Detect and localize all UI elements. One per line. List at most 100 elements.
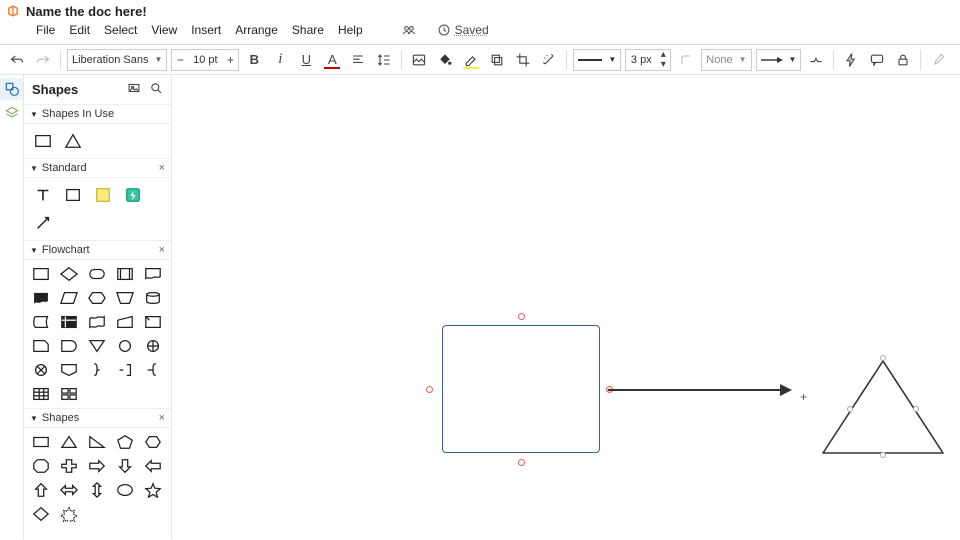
bs-arrow-up-icon[interactable] <box>32 482 50 498</box>
bs-triangle-icon[interactable] <box>60 434 78 450</box>
fc-card-icon[interactable] <box>144 314 162 330</box>
document-title[interactable]: Name the doc here! <box>26 4 147 19</box>
bs-arrow-right-icon[interactable] <box>88 458 106 474</box>
arrow-start-select[interactable]: None ▼ <box>701 49 751 71</box>
line-style-select[interactable]: ▼ <box>573 49 621 71</box>
font-family-select[interactable]: Liberation Sans ▼ <box>67 49 167 71</box>
menu-view[interactable]: View <box>151 23 177 37</box>
layers-tool-icon[interactable] <box>4 105 20 121</box>
undo-button[interactable] <box>6 49 28 71</box>
corner-style-button[interactable] <box>675 49 697 71</box>
fc-data-icon[interactable] <box>60 290 78 306</box>
line-width-increase[interactable]: ▴ <box>656 50 670 60</box>
line-width-decrease[interactable]: ▾ <box>656 60 670 70</box>
bs-pentagon-icon[interactable] <box>116 434 134 450</box>
menu-arrange[interactable]: Arrange <box>235 23 278 37</box>
selection-handle-n[interactable] <box>518 313 525 320</box>
comments-button[interactable] <box>866 49 888 71</box>
menu-share[interactable]: Share <box>292 23 324 37</box>
fc-offpage-icon[interactable] <box>60 362 78 378</box>
fc-io-icon[interactable] <box>116 290 134 306</box>
fc-delay-icon[interactable] <box>60 338 78 354</box>
canvas-arrow-line[interactable] <box>608 389 786 391</box>
eyedropper-button[interactable] <box>927 49 949 71</box>
menu-file[interactable]: File <box>36 23 55 37</box>
shape-note-icon[interactable] <box>94 186 112 204</box>
shape-block-icon[interactable] <box>64 186 82 204</box>
line-width-stepper[interactable]: 3 px ▴ ▾ <box>625 49 671 71</box>
font-size-increase[interactable]: + <box>222 50 238 70</box>
close-section-icon[interactable]: × <box>159 412 165 424</box>
selection-handle-w[interactable] <box>426 386 433 393</box>
line-color-button[interactable] <box>460 49 482 71</box>
fc-decision-icon[interactable] <box>60 266 78 282</box>
triangle-handle-left[interactable] <box>847 406 853 412</box>
fc-brace-left-icon[interactable] <box>144 362 162 378</box>
font-size-decrease[interactable]: − <box>172 50 188 70</box>
fill-color-button[interactable] <box>434 49 456 71</box>
image-insert-button[interactable] <box>408 49 430 71</box>
fc-table-icon[interactable] <box>32 386 50 402</box>
shape-action-icon[interactable] <box>124 186 142 204</box>
triangle-handle-right[interactable] <box>913 406 919 412</box>
underline-button[interactable]: U <box>295 49 317 71</box>
shapes-tool-icon[interactable] <box>4 81 20 97</box>
canvas-rectangle-shape[interactable] <box>442 325 600 453</box>
bs-arrow-lr-icon[interactable] <box>60 482 78 498</box>
fc-note-icon[interactable] <box>116 362 134 378</box>
font-color-button[interactable]: A <box>321 49 343 71</box>
redo-button[interactable] <box>32 49 54 71</box>
close-section-icon[interactable]: × <box>159 244 165 256</box>
fc-database-icon[interactable] <box>144 290 162 306</box>
drawing-canvas[interactable]: + <box>172 75 960 539</box>
effects-button[interactable] <box>538 49 560 71</box>
shape-triangle-icon[interactable] <box>64 132 82 150</box>
bs-arrow-down-icon[interactable] <box>116 458 134 474</box>
fc-sum-icon[interactable] <box>32 362 50 378</box>
fc-document-icon[interactable] <box>144 266 162 282</box>
bs-right-triangle-icon[interactable] <box>88 434 106 450</box>
bs-plus-icon[interactable] <box>60 458 78 474</box>
bs-diamond-icon[interactable] <box>32 506 50 522</box>
section-shapes-in-use[interactable]: ▼Shapes In Use <box>24 104 171 124</box>
selection-handle-s[interactable] <box>518 459 525 466</box>
section-standard[interactable]: ▼Standard × <box>24 158 171 178</box>
fc-predefined-icon[interactable] <box>116 266 134 282</box>
triangle-handle-top[interactable] <box>880 355 886 361</box>
bs-star-icon[interactable] <box>144 482 162 498</box>
fc-card2-icon[interactable] <box>32 338 50 354</box>
preview-icon[interactable] <box>127 81 141 98</box>
collaborators-icon[interactable] <box>401 22 417 38</box>
menu-edit[interactable]: Edit <box>69 23 90 37</box>
connector-type-button[interactable] <box>805 49 827 71</box>
bs-arrow-left-icon[interactable] <box>144 458 162 474</box>
shadow-button[interactable] <box>486 49 508 71</box>
italic-button[interactable]: i <box>269 49 291 71</box>
fc-grid-icon[interactable] <box>60 386 78 402</box>
search-icon[interactable] <box>149 81 163 98</box>
fc-manual-input-icon[interactable] <box>116 314 134 330</box>
line-spacing-button[interactable] <box>373 49 395 71</box>
bs-arrow-ud-icon[interactable] <box>88 482 106 498</box>
close-section-icon[interactable]: × <box>159 162 165 174</box>
fc-hexagon-icon[interactable] <box>88 290 106 306</box>
save-status[interactable]: Saved <box>437 23 489 37</box>
bs-rect-icon[interactable] <box>32 434 50 450</box>
section-flowchart[interactable]: ▼Flowchart × <box>24 240 171 260</box>
section-shapes-more[interactable]: ▼Shapes × <box>24 408 171 428</box>
bold-button[interactable]: B <box>243 49 265 71</box>
fc-paper-tape-icon[interactable] <box>88 314 106 330</box>
crop-button[interactable] <box>512 49 534 71</box>
shape-pointer-icon[interactable] <box>34 214 52 232</box>
fc-multidoc-icon[interactable] <box>32 290 50 306</box>
fc-merge-icon[interactable] <box>88 338 106 354</box>
bs-hexagon-icon[interactable] <box>144 434 162 450</box>
triangle-handle-bottom[interactable] <box>880 452 886 458</box>
shape-text-icon[interactable] <box>34 186 52 204</box>
fc-storage-icon[interactable] <box>32 314 50 330</box>
fc-terminator-icon[interactable] <box>88 266 106 282</box>
fc-process-icon[interactable] <box>32 266 50 282</box>
action-button[interactable] <box>840 49 862 71</box>
fc-or-icon[interactable] <box>144 338 162 354</box>
canvas-triangle-shape[interactable] <box>820 358 946 459</box>
